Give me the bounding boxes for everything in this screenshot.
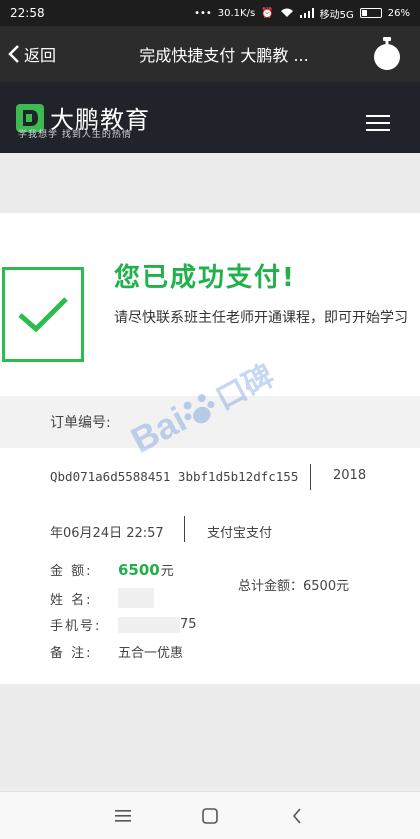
status-bar: 22:58 ••• 30.1K/s ⏰ 移动5G 26% bbox=[0, 0, 420, 26]
divider bbox=[184, 516, 185, 542]
note-row: 备 注: 五合一优惠 bbox=[50, 642, 183, 661]
phone-row: 手机号: 75 bbox=[50, 615, 197, 634]
dots-icon: ••• bbox=[194, 7, 212, 19]
wifi-icon bbox=[280, 8, 293, 17]
page-title: 完成快捷支付 大鹏教 ... bbox=[139, 46, 309, 65]
name-row: 姓 名: bbox=[50, 588, 154, 608]
total-amount: 总计金额：6500元 bbox=[238, 579, 350, 594]
amount-label: 金 额: bbox=[50, 564, 93, 579]
success-hint: 请尽快联系班主任老师开通课程，即可开始学习 bbox=[114, 310, 408, 326]
back-button[interactable]: 返回 bbox=[0, 42, 88, 66]
order-year: 2018 bbox=[333, 468, 367, 483]
app-titlebar: 返回 完成快捷支付 大鹏教 ... bbox=[0, 26, 420, 82]
battery-level: 26% bbox=[387, 7, 410, 19]
phone-value-redacted bbox=[118, 616, 180, 633]
status-time: 22:58 bbox=[10, 6, 45, 20]
system-nav-bar bbox=[0, 791, 420, 839]
name-label: 姓 名: bbox=[50, 592, 93, 608]
amount-unit: 元 bbox=[160, 564, 174, 579]
amount-row: 金 额: 6500 元 bbox=[50, 560, 174, 580]
name-value-redacted bbox=[118, 588, 154, 608]
order-number-label: 订单编号: bbox=[50, 415, 111, 431]
chevron-left-icon bbox=[8, 45, 19, 63]
stopwatch-button[interactable] bbox=[368, 35, 406, 73]
success-title: 您已成功支付! bbox=[114, 263, 296, 293]
divider bbox=[310, 464, 311, 490]
signal-icon bbox=[299, 8, 314, 18]
order-detail-panel: Qbd071a6d5588451 3bbf1d5b12dfc155 2018 年… bbox=[0, 448, 420, 684]
status-indicators: ••• 30.1K/s ⏰ 移动5G 26% bbox=[194, 6, 410, 21]
stopwatch-icon bbox=[374, 37, 400, 70]
amount-value: 6500 bbox=[118, 560, 160, 579]
network-speed: 30.1K/s bbox=[217, 7, 256, 19]
phone-tail: 75 bbox=[180, 617, 197, 632]
note-label: 备 注: bbox=[50, 646, 93, 661]
alarm-icon: ⏰ bbox=[261, 7, 274, 19]
hamburger-menu-button[interactable] bbox=[366, 115, 390, 131]
success-check-box bbox=[2, 267, 84, 362]
menu-line bbox=[366, 129, 390, 131]
payment-method: 支付宝支付 bbox=[207, 526, 273, 541]
menu-line bbox=[366, 115, 390, 117]
home-nav-button[interactable] bbox=[195, 801, 225, 831]
chevron-left-icon bbox=[292, 807, 301, 824]
menu-nav-button[interactable] bbox=[108, 801, 138, 831]
order-id: Qbd071a6d5588451 3bbf1d5b12dfc155 bbox=[50, 469, 299, 484]
order-time: 年06月24日 22:57 bbox=[50, 526, 164, 541]
home-square-icon bbox=[202, 807, 218, 824]
checkmark-icon bbox=[18, 296, 68, 332]
menu-line bbox=[366, 122, 390, 124]
carrier-label: 移动5G bbox=[319, 9, 354, 21]
back-label: 返回 bbox=[24, 46, 57, 65]
site-header: 大鹏教育 学我想学 找到人生的热情 bbox=[0, 82, 420, 153]
battery-icon bbox=[359, 8, 382, 18]
back-nav-button[interactable] bbox=[282, 801, 312, 831]
phone-label: 手机号: bbox=[50, 619, 102, 634]
menu-icon bbox=[115, 809, 132, 822]
note-value: 五合一优惠 bbox=[118, 646, 184, 661]
brand-slogan: 学我想学 找到人生的热情 bbox=[18, 130, 132, 140]
success-panel: 您已成功支付! 请尽快联系班主任老师开通课程，即可开始学习 bbox=[0, 213, 420, 396]
